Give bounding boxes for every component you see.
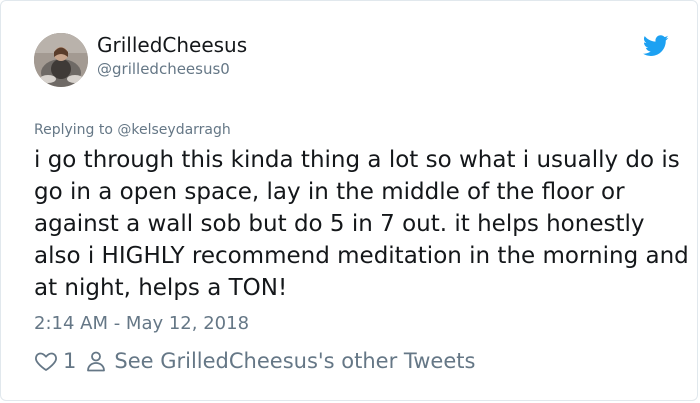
replying-to: Replying to @kelseydarragh (34, 121, 231, 139)
tweet-card: GrilledCheesus @grilledcheesus0 Replying… (0, 0, 698, 401)
heart-icon[interactable] (34, 349, 58, 373)
tweet-actions: 1 See GrilledCheesus's other Tweets (34, 347, 475, 375)
timestamp[interactable]: 2:14 AM - May 12, 2018 (34, 312, 249, 336)
other-tweets-link[interactable]: See GrilledCheesus's other Tweets (114, 349, 475, 373)
reply-to-handle[interactable]: @kelseydarragh (117, 122, 230, 138)
display-name[interactable]: GrilledCheesus (97, 33, 247, 57)
reply-prefix: Replying to (34, 122, 113, 138)
like-count: 1 (63, 349, 77, 373)
avatar[interactable] (34, 33, 88, 87)
tweet-text: i go through this kinda thing a lot so w… (34, 147, 689, 301)
twitter-bird-icon[interactable] (643, 35, 669, 57)
user-handle[interactable]: @grilledcheesus0 (97, 59, 230, 79)
avatar-image (34, 33, 88, 87)
person-icon (87, 351, 106, 372)
